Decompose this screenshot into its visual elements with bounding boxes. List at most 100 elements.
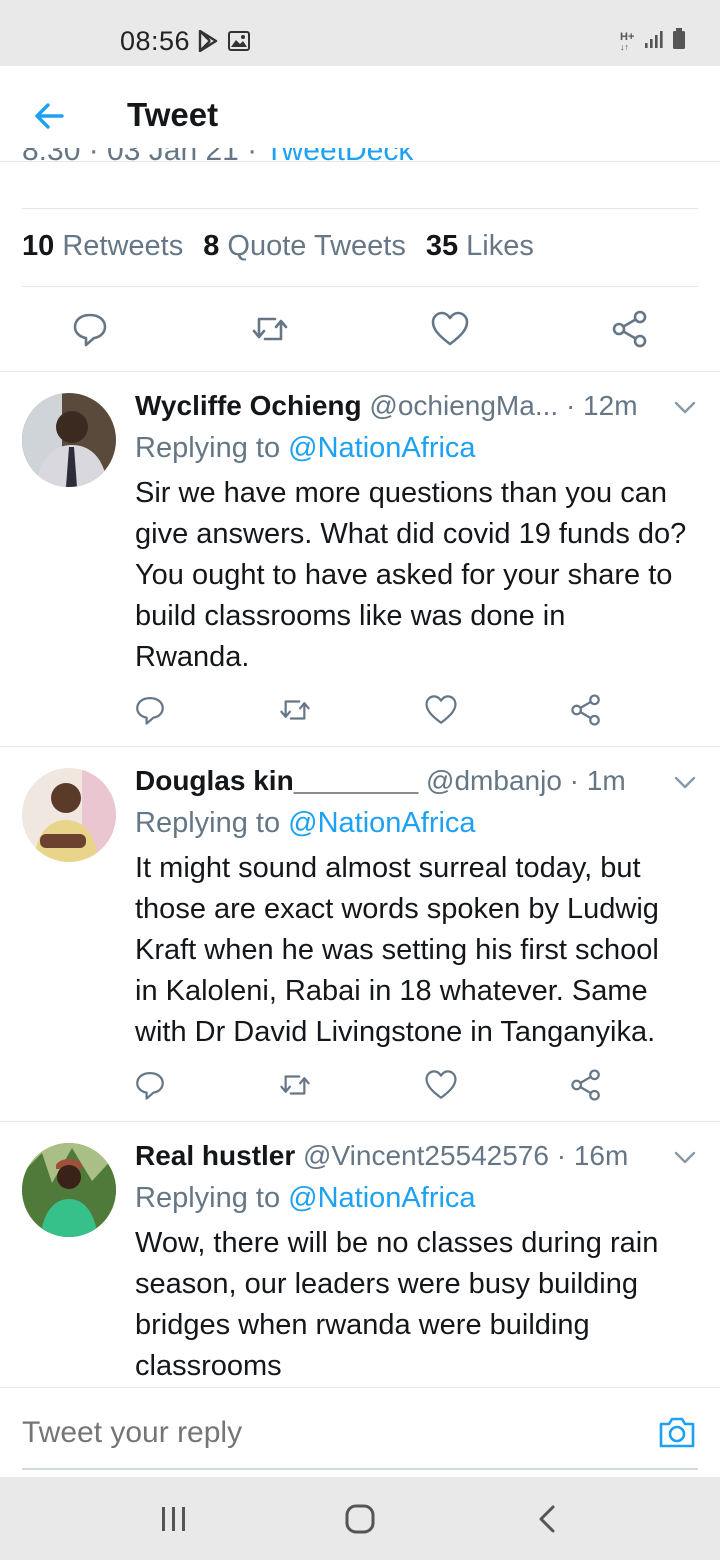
share-icon: [612, 310, 647, 348]
back-nav-button[interactable]: [528, 1499, 568, 1539]
chevron-down-icon: [674, 776, 696, 789]
reply-time: · 12m: [558, 390, 638, 421]
avatar[interactable]: [22, 768, 116, 862]
like-button[interactable]: [424, 693, 458, 727]
reply-author-name[interactable]: Douglas kin________: [135, 765, 418, 796]
chevron-left-icon: [539, 1505, 555, 1533]
replying-to: Replying to @NationAfrica: [135, 432, 476, 465]
recent-apps-button[interactable]: [154, 1499, 194, 1539]
retweets-stat[interactable]: 10 Retweets: [22, 230, 183, 262]
status-icons-left: [198, 29, 250, 57]
tweet-time-date: 8:30 · 03 Jan 21 ·: [22, 148, 265, 167]
reply-icon: [136, 696, 164, 725]
retweet-button[interactable]: [278, 1068, 312, 1102]
camera-icon: [659, 1417, 695, 1448]
reply-author-handle[interactable]: @dmbanjo: [418, 765, 562, 796]
text-line: give answers. What did covid 19 funds do…: [135, 518, 687, 550]
text-line: bridges when rwanda were building: [135, 1309, 590, 1341]
reply-author-name[interactable]: Real hustler: [135, 1140, 295, 1171]
text-line: build classrooms like was done in: [135, 600, 566, 632]
retweet-icon: [280, 700, 310, 720]
tweet-options-button[interactable]: [672, 769, 698, 795]
reply-button[interactable]: [133, 693, 167, 727]
text-line: season, our leaders were busy building: [135, 1268, 638, 1300]
reply-button[interactable]: [133, 1068, 167, 1102]
quote-tweets-stat[interactable]: 8 Quote Tweets: [203, 230, 406, 262]
share-button[interactable]: [569, 693, 603, 727]
reply-input[interactable]: [22, 1416, 622, 1450]
reply-header: Real hustler @Vincent25542576 · 16m: [135, 1140, 628, 1172]
divider: [22, 286, 698, 287]
divider: [0, 746, 720, 747]
retweets-label: Retweets: [62, 230, 184, 262]
retweet-icon: [252, 317, 288, 341]
image-icon: [228, 31, 250, 56]
share-icon: [571, 1069, 600, 1101]
like-button[interactable]: [430, 309, 470, 349]
tweet-timestamp: 8:30 · 03 Jan 21 · TweetDeck: [22, 148, 702, 178]
like-button[interactable]: [424, 1068, 458, 1102]
text-line: those are exact words spoken by Ludwig: [135, 893, 659, 925]
reply-time: · 1m: [561, 765, 626, 796]
divider: [0, 371, 720, 372]
likes-stat[interactable]: 35 Likes: [426, 230, 534, 262]
text-line: You ought to have asked for your share t…: [135, 559, 673, 591]
battery-icon: [672, 28, 686, 55]
avatar[interactable]: [22, 393, 116, 487]
avatar[interactable]: [22, 1143, 116, 1237]
input-underline: [22, 1468, 698, 1470]
like-icon: [431, 311, 469, 346]
text-line: Sir we have more questions than you can: [135, 477, 667, 509]
text-line: Kraft when he was setting his first scho…: [135, 934, 659, 966]
reply-header: Wycliffe Ochieng @ochiengMa... · 12m: [135, 390, 638, 422]
reply-author-handle[interactable]: @ochiengMa...: [369, 390, 558, 421]
reply-compose-bar: [0, 1387, 720, 1477]
retweet-icon: [280, 1075, 310, 1095]
back-button[interactable]: [30, 96, 70, 136]
play-store-icon: [198, 29, 218, 57]
share-button[interactable]: [569, 1068, 603, 1102]
text-line: with Dr David Livingstone in Tanganyika.: [135, 1016, 656, 1048]
status-time: 08:56: [120, 26, 191, 56]
network-type-icon: H+ ↓↑: [620, 30, 635, 52]
reply-icon: [73, 313, 107, 347]
share-button[interactable]: [610, 309, 650, 349]
tweet-stats: 10 Retweets 8 Quote Tweets 35 Likes: [22, 230, 534, 263]
text-line: Wow, there will be no classes during rai…: [135, 1227, 659, 1259]
reply-time: · 16m: [548, 1140, 629, 1171]
tweet-options-button[interactable]: [672, 394, 698, 420]
quote-count: 8: [203, 230, 220, 262]
text-line: in Kaloleni, Rabai in 18 whatever. Same: [135, 975, 648, 1007]
mention-link[interactable]: @NationAfrica: [288, 432, 475, 464]
camera-button[interactable]: [658, 1414, 696, 1450]
reply-header: Douglas kin________ @dmbanjo · 1m: [135, 765, 626, 797]
system-nav-bar: [0, 1477, 720, 1560]
retweet-button[interactable]: [250, 309, 290, 349]
divider: [22, 208, 698, 209]
reply-text: Wow, there will be no classes during rai…: [135, 1223, 707, 1387]
reply-text: It might sound almost surreal today, but…: [135, 848, 707, 1053]
mention-link[interactable]: @NationAfrica: [288, 807, 475, 839]
replying-prefix: Replying to: [135, 1182, 289, 1214]
replying-prefix: Replying to: [135, 807, 289, 839]
replying-to: Replying to @NationAfrica: [135, 1182, 476, 1215]
reply-author-name[interactable]: Wycliffe Ochieng: [135, 390, 362, 421]
retweets-count: 10: [22, 230, 55, 262]
mention-link[interactable]: @NationAfrica: [288, 1182, 475, 1214]
like-icon: [425, 1070, 457, 1099]
likes-label: Likes: [466, 230, 534, 262]
retweet-button[interactable]: [278, 693, 312, 727]
reply-author-handle[interactable]: @Vincent25542576: [295, 1140, 549, 1171]
tweet-options-button[interactable]: [672, 1144, 698, 1170]
reply-button[interactable]: [70, 309, 110, 349]
quote-label: Quote Tweets: [227, 230, 406, 262]
share-icon: [571, 694, 600, 726]
replying-to: Replying to @NationAfrica: [135, 807, 476, 840]
tweet-source-link[interactable]: TweetDeck: [265, 148, 413, 167]
chevron-down-icon: [674, 1151, 696, 1164]
home-button[interactable]: [340, 1499, 380, 1539]
reply-icon: [136, 1071, 164, 1100]
replying-prefix: Replying to: [135, 432, 289, 464]
likes-count: 35: [425, 230, 459, 262]
text-line: classrooms: [135, 1350, 282, 1382]
